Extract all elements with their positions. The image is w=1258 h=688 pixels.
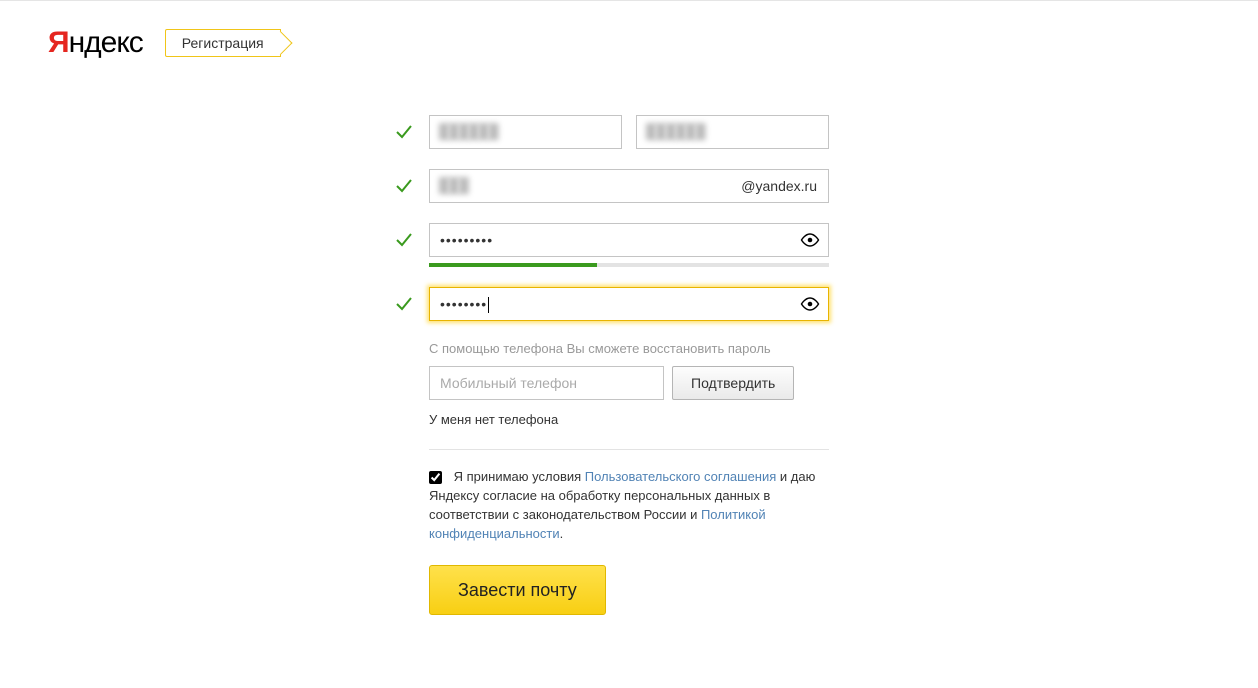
registration-tag-label: Регистрация xyxy=(182,35,264,51)
password-input[interactable] xyxy=(429,223,829,257)
name-fields: ██████ ██████ xyxy=(429,115,829,149)
name-row: ██████ ██████ xyxy=(429,115,829,149)
phone-input[interactable] xyxy=(429,366,664,400)
login-row: ███ @yandex.ru xyxy=(429,169,829,203)
check-icon xyxy=(395,295,413,313)
logo-rest: ндекс xyxy=(69,26,143,59)
agreement-text-prefix: Я принимаю условия xyxy=(454,469,585,484)
check-icon xyxy=(395,123,413,141)
user-agreement-link[interactable]: Пользовательского соглашения xyxy=(585,469,777,484)
text-caret xyxy=(488,297,489,313)
login-input[interactable] xyxy=(429,169,829,203)
phone-hint: С помощью телефона Вы сможете восстанови… xyxy=(429,341,829,356)
divider xyxy=(429,449,829,450)
registration-tag: Регистрация xyxy=(165,29,281,57)
password-strength-fill xyxy=(429,263,597,267)
registration-form: ██████ ██████ ███ @yandex.ru xyxy=(429,115,829,615)
check-icon xyxy=(395,177,413,195)
no-phone-link[interactable]: У меня нет телефона xyxy=(429,412,829,427)
logo[interactable]: Яндекс xyxy=(48,26,143,60)
toggle-password-confirm-visibility[interactable] xyxy=(797,291,823,317)
agreement-checkbox[interactable] xyxy=(429,471,442,484)
password-row xyxy=(429,223,829,267)
password-confirm-input[interactable]: •••••••• xyxy=(429,287,829,321)
last-name-input[interactable] xyxy=(636,115,829,149)
toggle-password-visibility[interactable] xyxy=(797,227,823,253)
eye-icon xyxy=(800,233,820,247)
password-strength-bar xyxy=(429,263,829,267)
page-header: Яндекс Регистрация xyxy=(0,1,1258,60)
eye-icon xyxy=(800,297,820,311)
phone-row: Подтвердить xyxy=(429,366,829,400)
create-mail-button[interactable]: Завести почту xyxy=(429,565,606,615)
confirm-phone-button[interactable]: Подтвердить xyxy=(672,366,794,400)
agreement-text-suffix: . xyxy=(560,526,564,541)
password-confirm-row: •••••••• xyxy=(429,287,829,321)
agreement-block: Я принимаю условия Пользовательского сог… xyxy=(429,468,829,543)
logo-letter: Я xyxy=(48,26,69,59)
first-name-input[interactable] xyxy=(429,115,622,149)
check-icon xyxy=(395,231,413,249)
